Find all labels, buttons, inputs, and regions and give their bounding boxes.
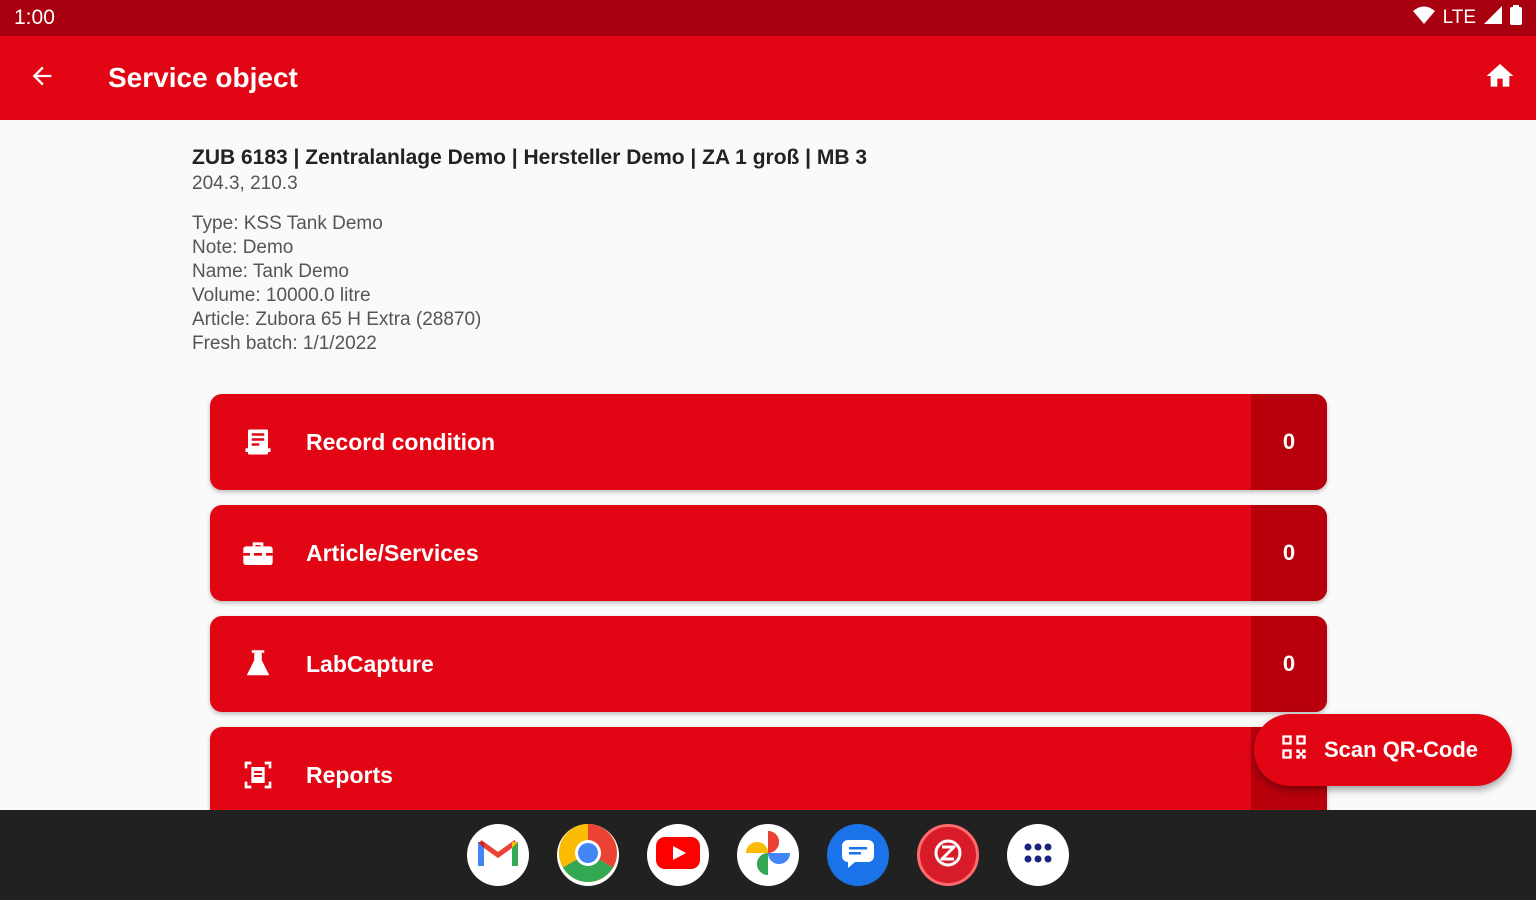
home-icon [1484, 60, 1516, 97]
signal-icon [1484, 6, 1502, 30]
youtube-app[interactable] [647, 824, 709, 886]
battery-icon [1510, 5, 1522, 31]
status-time: 1:00 [14, 6, 55, 29]
qr-code-icon [1280, 733, 1308, 767]
messages-icon [840, 837, 876, 874]
content-area[interactable]: ZUB 6183 | Zentralanlage Demo | Herstell… [0, 120, 1536, 810]
labcapture-button[interactable]: LabCapture 0 [210, 616, 1327, 712]
object-title: ZUB 6183 | Zentralanlage Demo | Herstell… [192, 146, 868, 169]
toolbox-icon [210, 505, 306, 601]
object-details: Type: KSS Tank Demo Note: Demo Name: Tan… [192, 212, 867, 356]
detail-volume: Volume: 10000.0 litre [192, 285, 371, 306]
service-object-info: ZUB 6183 | Zentralanlage Demo | Herstell… [192, 144, 867, 356]
app-drawer[interactable] [1007, 824, 1069, 886]
app-bar: Service object [0, 36, 1536, 120]
article-services-button[interactable]: Article/Services 0 [210, 505, 1327, 601]
chrome-icon [559, 823, 617, 887]
network-type: LTE [1442, 7, 1476, 28]
gmail-icon [478, 838, 518, 873]
detail-note: Note: Demo [192, 237, 294, 258]
arrow-back-icon [28, 62, 56, 95]
detail-fresh-batch: Fresh batch: 1/1/2022 [192, 333, 377, 354]
menu-label: Reports [306, 761, 393, 788]
status-icons: LTE [1412, 5, 1522, 31]
youtube-icon [656, 836, 700, 874]
wifi-icon [1412, 6, 1435, 30]
detail-type: Type: KSS Tank Demo [192, 213, 383, 234]
status-bar: 1:00 LTE [0, 0, 1536, 36]
app-drawer-icon [1023, 842, 1053, 869]
object-subtitle: 204.3, 210.3 [192, 173, 298, 194]
red-app-icon [931, 836, 965, 875]
scan-qr-code-button[interactable]: Scan QR-Code [1254, 714, 1512, 786]
fab-label: Scan QR-Code [1324, 737, 1479, 762]
taskbar [0, 810, 1536, 900]
red-app[interactable] [917, 824, 979, 886]
page-title: Service object [108, 62, 298, 93]
gmail-app[interactable] [467, 824, 529, 886]
clipboard-icon [210, 394, 306, 490]
document-scan-icon [210, 727, 306, 810]
count-badge: 0 [1251, 505, 1327, 601]
detail-article: Article: Zubora 65 H Extra (28870) [192, 309, 482, 330]
count-badge: 0 [1251, 616, 1327, 712]
menu-label: LabCapture [306, 650, 434, 677]
menu-label: Article/Services [306, 539, 479, 566]
chrome-app[interactable] [557, 823, 619, 887]
photos-app[interactable] [737, 824, 799, 886]
messages-app[interactable] [827, 824, 889, 886]
photos-icon [746, 830, 790, 880]
back-button[interactable] [0, 36, 84, 120]
count-badge: 0 [1251, 394, 1327, 490]
flask-icon [210, 616, 306, 712]
reports-button[interactable]: Reports [210, 727, 1327, 810]
record-condition-button[interactable]: Record condition 0 [210, 394, 1327, 490]
home-button[interactable] [1458, 36, 1536, 120]
menu-label: Record condition [306, 428, 496, 455]
detail-name: Name: Tank Demo [192, 261, 349, 282]
